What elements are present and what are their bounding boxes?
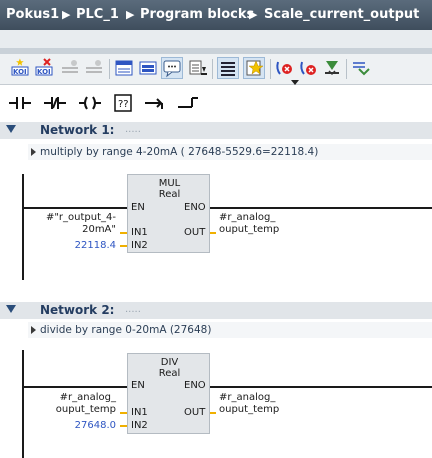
in1-operand[interactable]: #"r_output_4- 20mA" — [20, 212, 116, 236]
breadcrumb-plc[interactable]: PLC_1 — [76, 0, 119, 30]
toolbar-separator — [109, 59, 110, 79]
chevron-right-icon: ▶ — [249, 8, 258, 21]
network-title: Network 2: — [40, 303, 115, 317]
network-title-placeholder[interactable]: ..... — [125, 122, 141, 137]
collapse-arrow-icon[interactable] — [6, 125, 16, 133]
editor-toolbar: KOI KOI — [0, 54, 432, 85]
monitoring-off-icon[interactable] — [298, 58, 318, 78]
en-wire — [22, 386, 128, 388]
svg-text:??: ?? — [118, 99, 129, 110]
toolbar-separator — [346, 59, 347, 79]
operand-line: ouput_temp — [55, 404, 116, 415]
operand-line: 20mA" — [82, 224, 116, 235]
open-branch-icon[interactable] — [143, 93, 167, 113]
eno-pin: ENO — [184, 380, 206, 391]
box-instruction-name: DIV — [160, 357, 179, 368]
en-pin: EN — [131, 380, 145, 391]
in1-pin: IN1 — [131, 227, 148, 238]
operand-line: #r_analog_ — [59, 392, 116, 403]
en-pin: EN — [131, 202, 145, 213]
append-row-icon[interactable] — [84, 58, 104, 78]
network-1-header[interactable]: Network 1: ..... — [0, 122, 432, 139]
out-operand[interactable]: #r_analog_ ouput_temp — [219, 392, 279, 416]
chevron-down-icon[interactable] — [291, 80, 299, 85]
show-favorites-icon[interactable] — [138, 58, 158, 78]
compare-icon[interactable] — [350, 58, 370, 78]
in2-pin: IN2 — [131, 420, 148, 431]
chevron-right-icon: ▶ — [126, 8, 135, 21]
out-operand[interactable]: #r_analog_ ouput_temp — [219, 212, 279, 236]
network-title-placeholder[interactable]: ..... — [125, 302, 141, 317]
breadcrumb-program-blocks[interactable]: Program blocks — [140, 0, 254, 30]
delete-network-icon[interactable]: KOI — [34, 58, 54, 78]
comment-bubble-icon — [163, 60, 181, 78]
box-data-type[interactable]: Real — [128, 189, 211, 200]
monitoring-on-icon[interactable] — [274, 58, 294, 78]
eno-pin: ENO — [184, 202, 206, 213]
favorites-star-icon — [246, 60, 264, 76]
box-data-type[interactable]: Real — [128, 368, 211, 379]
list-icon — [221, 62, 235, 76]
network-comment-text: multiply by range 4-20mA ( 27648-5529.6=… — [40, 146, 319, 158]
collapse-arrow-icon[interactable] — [6, 305, 16, 313]
eno-wire — [210, 207, 432, 209]
in1-pin: IN1 — [131, 407, 148, 418]
download-icon[interactable] — [322, 58, 342, 78]
operand-line: #r_analog_ — [219, 392, 276, 403]
instruction-favorites-bar: ?? — [0, 86, 432, 120]
network-2-header[interactable]: Network 2: ..... — [0, 302, 432, 319]
in2-connector — [120, 425, 127, 427]
insert-row-icon[interactable] — [60, 58, 80, 78]
insert-network-icon[interactable]: KOI — [10, 58, 30, 78]
in2-pin: IN2 — [131, 240, 148, 251]
toolbar-separator — [270, 59, 271, 79]
network-title: Network 1: — [40, 123, 115, 137]
close-branch-icon[interactable] — [176, 93, 200, 113]
in2-connector — [120, 245, 127, 247]
breadcrumb: Pokus1 ▶ PLC_1 ▶ Program blocks ▶ Scale_… — [0, 0, 432, 30]
network-2-comment[interactable]: divide by range 0-20mA (27648) — [28, 322, 432, 338]
empty-box-icon[interactable]: ?? — [111, 93, 135, 113]
display-comments-button[interactable] — [161, 57, 183, 79]
network-1-comment[interactable]: multiply by range 4-20mA ( 27648-5529.6=… — [28, 144, 432, 160]
out-pin: OUT — [184, 407, 206, 418]
mul-box[interactable]: MUL Real EN ENO IN1 IN2 OUT — [127, 174, 210, 253]
operand-line: ouput_temp — [219, 404, 280, 415]
operand-line: #"r_output_4- — [45, 212, 116, 223]
in2-constant[interactable]: 27648.0 — [20, 420, 116, 432]
interface-pane-collapsed — [0, 30, 432, 48]
expand-arrow-icon[interactable] — [31, 326, 36, 334]
in1-connector — [120, 412, 127, 414]
network-comment-text: divide by range 0-20mA (27648) — [40, 324, 212, 336]
favorites-star-button[interactable] — [243, 57, 265, 79]
breadcrumb-project[interactable]: Pokus1 — [6, 0, 59, 30]
operand-line: ouput_temp — [219, 224, 280, 235]
eno-wire — [210, 386, 432, 388]
box-instruction-name: MUL — [158, 178, 181, 189]
abs-rel-icon[interactable] — [188, 58, 208, 78]
breadcrumb-block-name: Scale_current_output — [264, 7, 420, 22]
in1-connector — [120, 232, 127, 234]
svg-text:KOI: KOI — [13, 68, 27, 76]
out-connector — [210, 232, 216, 234]
operand-line: #r_analog_ — [219, 212, 276, 223]
toolbar-separator — [212, 59, 213, 79]
svg-text:KOI: KOI — [37, 68, 51, 76]
absolute-operands-icon[interactable] — [114, 58, 134, 78]
div-box[interactable]: DIV Real EN ENO IN1 IN2 OUT — [127, 353, 210, 434]
in1-operand[interactable]: #r_analog_ ouput_temp — [20, 392, 116, 416]
normally-closed-contact-icon[interactable] — [43, 93, 67, 113]
normally-open-contact-icon[interactable] — [8, 93, 32, 113]
en-wire — [22, 207, 128, 209]
chevron-right-icon: ▶ — [62, 8, 71, 21]
coil-icon[interactable] — [78, 93, 102, 113]
out-pin: OUT — [184, 227, 206, 238]
out-connector — [210, 412, 216, 414]
in2-constant[interactable]: 22118.4 — [20, 240, 116, 252]
expand-arrow-icon[interactable] — [31, 148, 36, 156]
toggle-list-button[interactable] — [217, 57, 239, 79]
